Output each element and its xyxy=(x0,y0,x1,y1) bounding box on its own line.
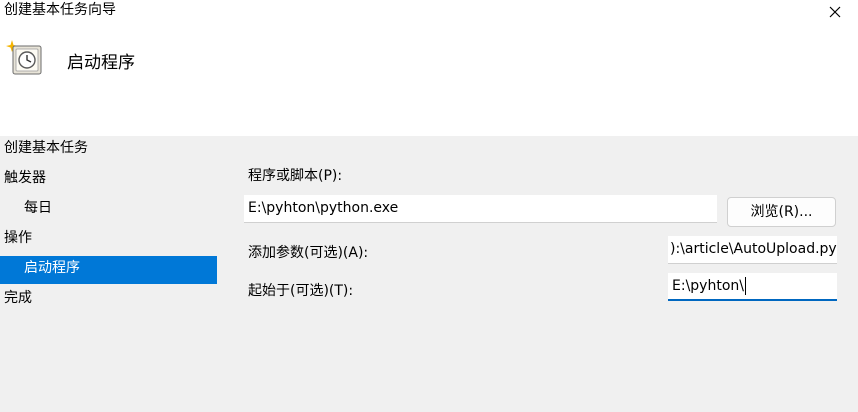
browse-button[interactable]: 浏览(R)... xyxy=(727,197,836,227)
window-title: 创建基本任务向导 xyxy=(4,2,116,18)
step-daily[interactable]: 每日 xyxy=(0,196,52,224)
close-button[interactable] xyxy=(812,0,858,24)
step-trigger[interactable]: 触发器 xyxy=(0,166,46,194)
text-caret xyxy=(744,277,746,295)
step-finish[interactable]: 完成 xyxy=(0,286,32,314)
args-input-value: ):\article\AutoUpload.py xyxy=(670,241,837,257)
program-input-value: E:\pyhton\python.exe xyxy=(248,200,399,216)
step-start-program[interactable]: 启动程序 xyxy=(0,256,217,284)
program-input[interactable]: E:\pyhton\python.exe xyxy=(244,195,717,223)
page-title: 启动程序 xyxy=(67,53,135,73)
start-in-label: 起始于(可选)(T): xyxy=(248,283,354,299)
step-create-basic-task[interactable]: 创建基本任务 xyxy=(0,136,88,164)
close-icon xyxy=(829,6,841,18)
task-clock-icon xyxy=(4,38,44,78)
args-input[interactable]: ):\article\AutoUpload.py xyxy=(668,236,837,264)
step-action[interactable]: 操作 xyxy=(0,226,32,254)
start-in-input-value: E:\pyhton\ xyxy=(672,278,744,294)
args-label: 添加参数(可选)(A): xyxy=(248,245,369,261)
start-in-input[interactable]: E:\pyhton\ xyxy=(668,273,837,301)
wizard-header: 启动程序 xyxy=(0,28,858,136)
wizard-window: 创建基本任务向导 启动程序 创建基本任务 触发器 每日 操作 启动程序 完成 程… xyxy=(0,0,858,412)
title-bar: 创建基本任务向导 xyxy=(0,0,858,28)
program-label: 程序或脚本(P): xyxy=(248,168,343,184)
